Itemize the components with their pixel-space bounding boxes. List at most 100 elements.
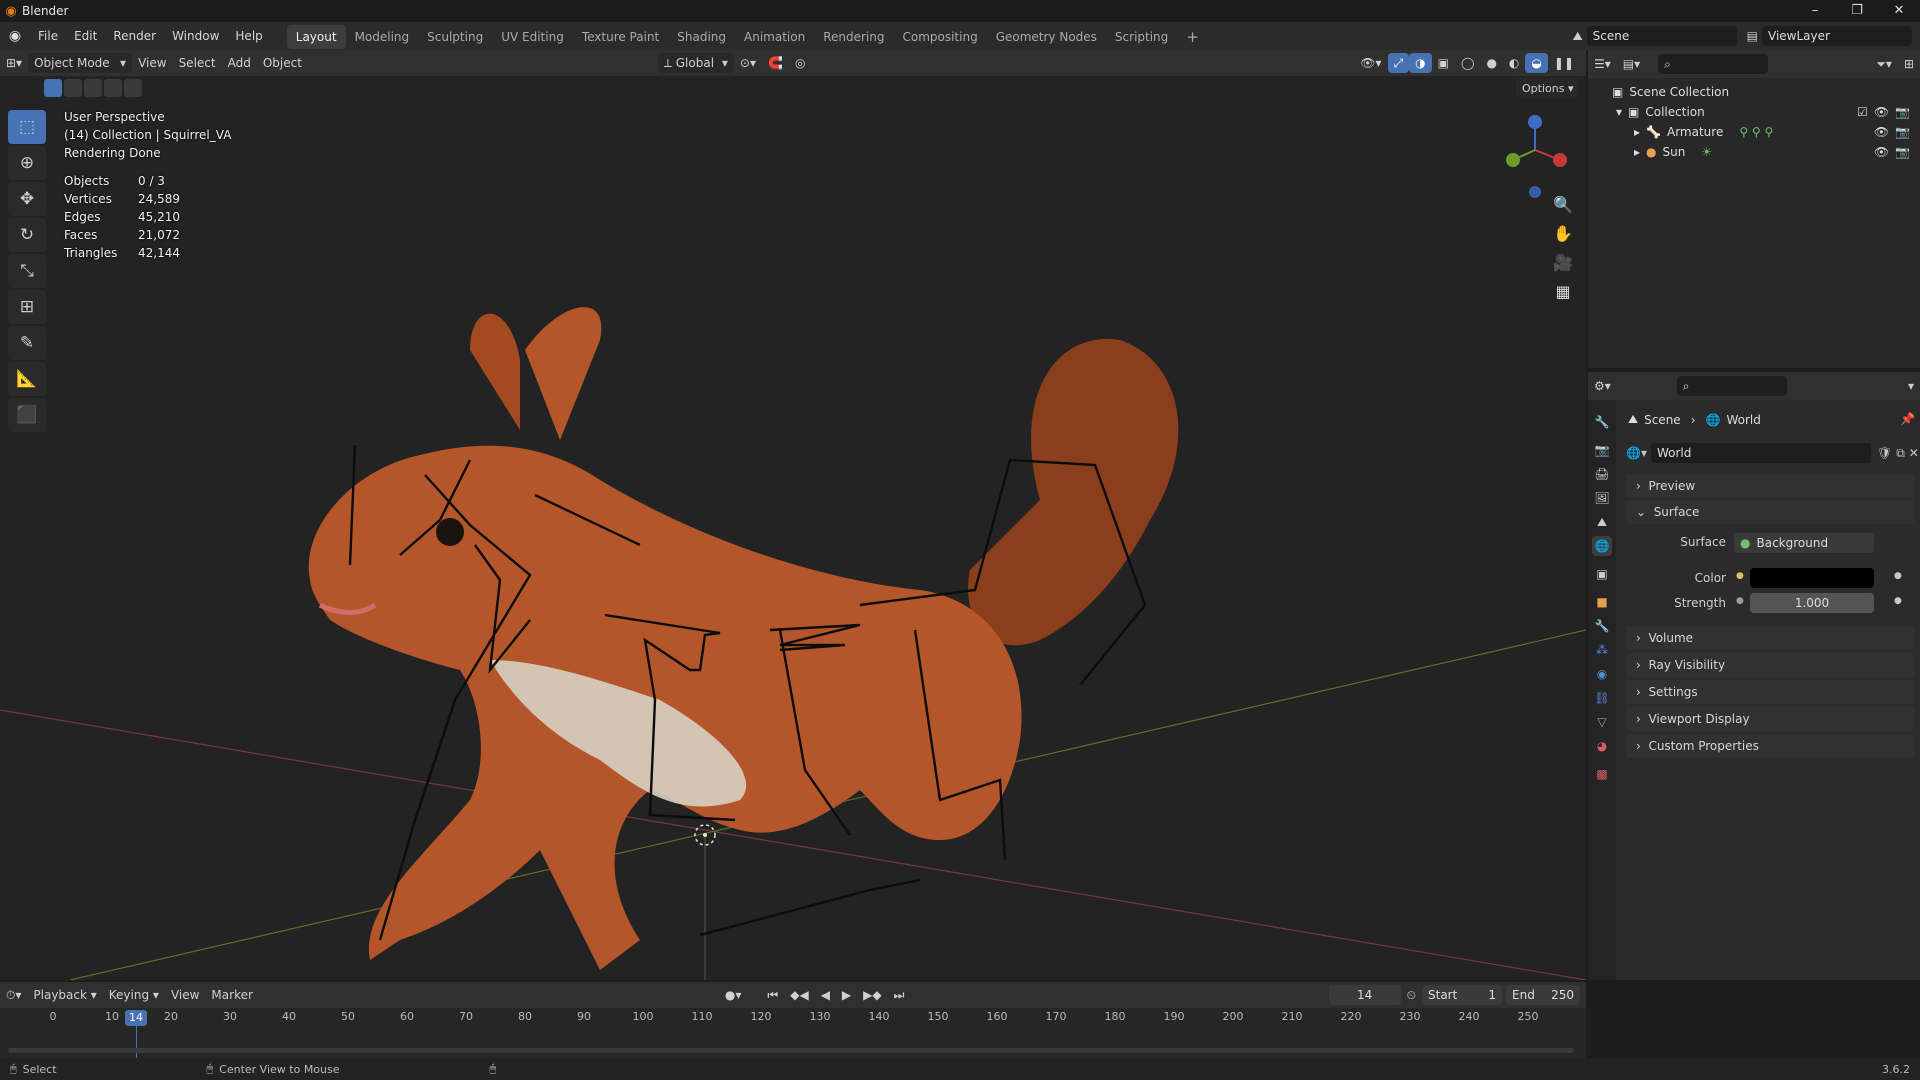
proportional-edit-icon[interactable]: ◎ (789, 53, 811, 73)
menu-file[interactable]: File (30, 22, 66, 50)
surface-shader-field[interactable]: ● Background (1734, 533, 1874, 553)
data-tab-icon[interactable]: ▽ (1592, 712, 1612, 732)
properties-search-input[interactable]: ⌕ (1676, 376, 1787, 396)
select-subtract-icon[interactable] (84, 79, 102, 97)
annotate-tool-icon[interactable]: ✎ (8, 326, 46, 360)
menu-edit[interactable]: Edit (66, 22, 105, 50)
timeline-scrollbar[interactable] (8, 1048, 1574, 1053)
tab-compositing[interactable]: Compositing (893, 25, 986, 49)
rendered-shading-icon[interactable]: ◒ (1525, 53, 1548, 73)
tab-uv-editing[interactable]: UV Editing (492, 25, 573, 49)
transform-orientation-selector[interactable]: ⟂ Global ▾ (657, 53, 734, 73)
expand-right-icon[interactable]: ▸ (1634, 145, 1640, 159)
menu-select[interactable]: Select (173, 53, 222, 73)
fake-user-icon[interactable]: 🛡 (1877, 446, 1892, 460)
constraints-tab-icon[interactable]: ⛓ (1592, 688, 1612, 708)
display-mode-icon[interactable]: ▤▾ (1617, 54, 1646, 74)
material-shading-icon[interactable]: ◐ (1503, 53, 1525, 73)
close-icon[interactable]: ✕ (1878, 0, 1920, 22)
view-layer-tab-icon[interactable]: 🖼 (1592, 488, 1612, 508)
keyframe-dot-icon[interactable]: ● (1894, 596, 1902, 606)
menu-render[interactable]: Render (105, 22, 164, 50)
tab-layout[interactable]: Layout (286, 25, 346, 49)
3d-viewport[interactable]: User Perspective (14) Collection | Squir… (0, 100, 1586, 980)
panel-custom-properties[interactable]: › Custom Properties (1626, 734, 1914, 758)
select-intersect-icon[interactable] (124, 79, 142, 97)
blender-menu-icon[interactable]: ◉ (0, 28, 30, 44)
outliner-editor-type-icon[interactable]: ☰▾ (1588, 54, 1617, 74)
keyframe-dot-icon[interactable]: ● (1894, 571, 1902, 581)
color-swatch[interactable] (1750, 568, 1874, 588)
play-icon[interactable]: ▶ (836, 985, 857, 1005)
tab-scripting[interactable]: Scripting (1106, 25, 1177, 49)
camera-view-icon[interactable]: 🎥 (1550, 253, 1576, 272)
properties-editor-type-icon[interactable]: ⚙▾ (1588, 376, 1617, 396)
scale-tool-icon[interactable]: ⤡ (8, 254, 46, 288)
outliner-collection[interactable]: ▾ ▣ Collection ☑ 👁 📷 (1588, 102, 1920, 122)
playhead-frame-indicator[interactable]: 14 (125, 1010, 147, 1026)
wireframe-shading-icon[interactable]: ◯ (1455, 53, 1480, 73)
select-box-tool-icon[interactable]: ⬚ (8, 110, 46, 144)
pan-hand-icon[interactable]: ✋ (1550, 224, 1576, 243)
panel-surface[interactable]: ⌄ Surface (1626, 500, 1914, 524)
checkbox-icon[interactable]: ☑ (1857, 105, 1868, 119)
physics-tab-icon[interactable]: ◉ (1592, 664, 1612, 684)
expand-right-icon[interactable]: ▸ (1634, 125, 1640, 139)
mode-selector[interactable]: Object Mode ▾ (28, 53, 133, 73)
pin-icon[interactable]: 📌 (1900, 412, 1915, 426)
select-extend-icon[interactable] (64, 79, 82, 97)
eye-icon[interactable]: 👁 (1874, 105, 1889, 119)
menu-help[interactable]: Help (227, 22, 270, 50)
select-new-icon[interactable] (44, 79, 62, 97)
particles-tab-icon[interactable]: ⁂ (1592, 640, 1612, 660)
menu-view[interactable]: View (132, 53, 172, 73)
panel-volume[interactable]: › Volume (1626, 626, 1914, 650)
eye-icon[interactable]: 👁 (1874, 125, 1889, 139)
properties-options-icon[interactable]: ▾ (1902, 376, 1920, 396)
add-cube-tool-icon[interactable]: ⬛ (8, 398, 46, 432)
current-frame-field[interactable]: 14 (1328, 985, 1401, 1005)
scene-selector[interactable]: Scene (1586, 26, 1737, 46)
tab-animation[interactable]: Animation (735, 25, 814, 49)
material-tab-icon[interactable]: ◕ (1592, 736, 1612, 756)
snap-icon[interactable]: 🧲 (762, 53, 789, 73)
world-name-field[interactable]: World (1650, 443, 1871, 463)
camera-render-icon[interactable]: 📷 (1895, 105, 1910, 119)
tab-modeling[interactable]: Modeling (346, 25, 419, 49)
transform-tool-icon[interactable]: ⊞ (8, 290, 46, 324)
camera-render-icon[interactable]: 📷 (1895, 145, 1910, 159)
navigation-gizmo[interactable] (1495, 110, 1575, 200)
menu-marker[interactable]: Marker (205, 985, 258, 1005)
panel-ray-visibility[interactable]: › Ray Visibility (1626, 653, 1914, 677)
select-invert-icon[interactable] (104, 79, 122, 97)
timeline-area[interactable]: 0 10 20 30 40 50 60 70 80 90 100 110 120 130 140 150 160… (0, 1008, 1586, 1058)
rotate-tool-icon[interactable]: ↻ (8, 218, 46, 252)
strength-field[interactable]: 1.000 (1750, 593, 1874, 613)
tab-texture-paint[interactable]: Texture Paint (573, 25, 668, 49)
play-reverse-icon[interactable]: ◀ (815, 985, 836, 1005)
menu-window[interactable]: Window (164, 22, 227, 50)
visibility-icon[interactable]: 👁▾ (1354, 53, 1387, 73)
outliner-item-armature[interactable]: ▸ 🦴 Armature ⚲ ⚲ ⚲ 👁 📷 (1588, 122, 1920, 142)
move-tool-icon[interactable]: ✥ (8, 182, 46, 216)
world-browse-icon[interactable]: 🌐▾ (1626, 446, 1647, 460)
zoom-icon[interactable]: 🔍 (1550, 195, 1576, 214)
outliner-scene-collection[interactable]: ▣ Scene Collection (1588, 82, 1920, 102)
menu-timeline-view[interactable]: View (165, 985, 205, 1005)
jump-end-icon[interactable]: ⏭ (888, 985, 911, 1005)
pause-render-icon[interactable]: ❚❚ (1548, 53, 1580, 73)
new-collection-icon[interactable]: ⊞ (1898, 54, 1920, 74)
ortho-grid-icon[interactable]: ▦ (1550, 282, 1576, 301)
tab-rendering[interactable]: Rendering (814, 25, 893, 49)
gizmo-toggle-icon[interactable]: ⤢ (1387, 53, 1410, 73)
modifier-tab-icon[interactable]: 🔧 (1592, 616, 1612, 636)
menu-keying[interactable]: Keying ▾ (103, 985, 165, 1005)
tool-tab-icon[interactable]: 🔧 (1592, 412, 1612, 432)
texture-tab-icon[interactable]: ▩ (1592, 764, 1612, 784)
camera-render-icon[interactable]: 📷 (1895, 125, 1910, 139)
duplicate-icon[interactable]: ⧉ (1896, 446, 1905, 461)
eye-icon[interactable]: 👁 (1874, 145, 1889, 159)
tab-geometry-nodes[interactable]: Geometry Nodes (987, 25, 1106, 49)
tab-sculpting[interactable]: Sculpting (418, 25, 492, 49)
overlay-toggle-icon[interactable]: ◑ (1409, 53, 1432, 73)
